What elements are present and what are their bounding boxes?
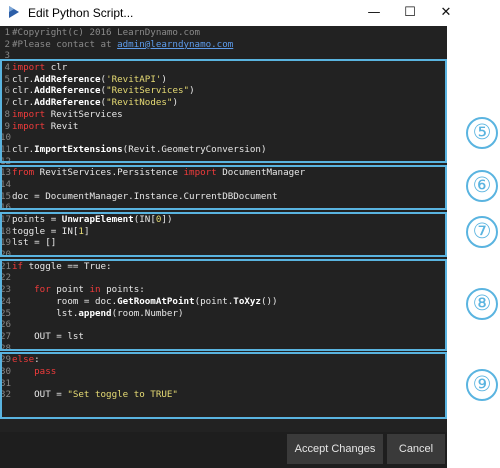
highlight-box-inputs (0, 212, 447, 257)
step-8-badge: ⑧ (466, 288, 498, 320)
cancel-button[interactable]: Cancel (387, 434, 445, 464)
code-token: #Copyright(c) 2016 LearnDynamo.com (12, 27, 201, 38)
accept-changes-button[interactable]: Accept Changes (287, 434, 383, 464)
step-5-badge: ⑤ (466, 117, 498, 149)
highlight-box-imports (0, 59, 447, 163)
dynamo-logo-icon (9, 6, 19, 18)
line-number: 1 (4, 27, 10, 38)
code-token: #Please contact at (12, 38, 118, 50)
line-number: 2 (4, 38, 10, 50)
highlight-box-document (0, 165, 447, 210)
highlight-box-else-block (0, 352, 447, 419)
window-title: Edit Python Script... (28, 6, 134, 20)
step-9-badge: ⑨ (466, 369, 498, 401)
title-bar: Edit Python Script... — ☐ ✕ (0, 0, 500, 26)
code-token: admin@learndynamo.com (117, 38, 234, 50)
highlight-box-if-block (0, 259, 447, 351)
code-line[interactable]: 1 #Copyright(c) 2016 LearnDynamo.com (0, 27, 305, 39)
minimize-button[interactable]: — (356, 0, 392, 26)
code-line[interactable]: 2 #Please contact at admin@learndynamo.co… (0, 39, 305, 51)
step-7-badge: ⑦ (466, 216, 498, 248)
step-6-badge: ⑥ (466, 170, 498, 202)
maximize-button[interactable]: ☐ (392, 0, 428, 26)
close-button[interactable]: ✕ (428, 0, 464, 26)
